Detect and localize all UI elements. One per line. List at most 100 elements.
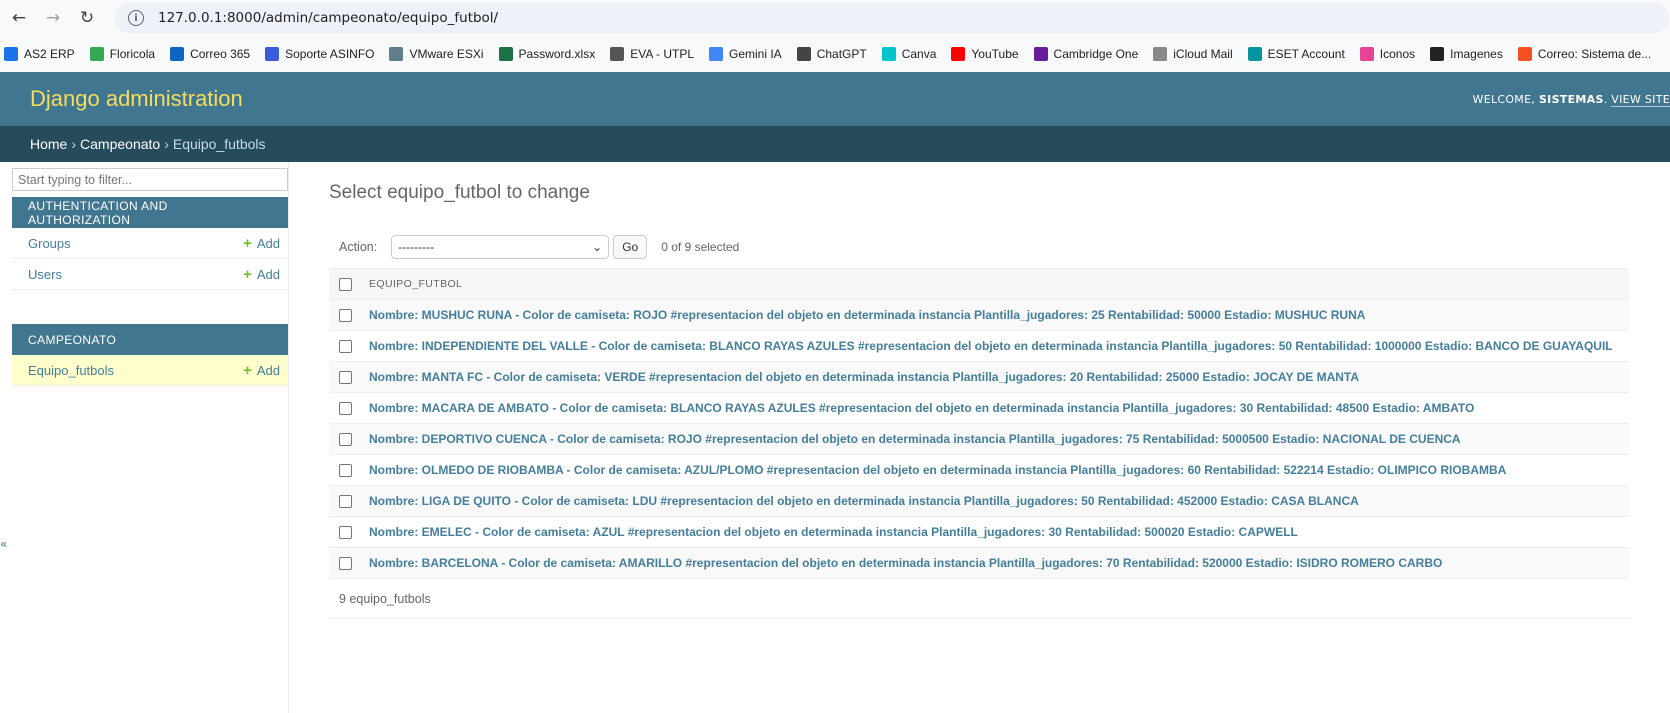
sidebar-item-label[interactable]: Equipo_futbols <box>28 363 114 378</box>
bookmark-item[interactable]: ChatGPT <box>796 47 867 61</box>
bookmark-favicon-icon <box>1430 47 1445 61</box>
url-text[interactable]: 127.0.0.1:8000/admin/campeonato/equipo_f… <box>158 10 498 26</box>
select-all-checkbox[interactable] <box>339 277 352 291</box>
paginator: 9 equipo_futbols <box>329 579 1629 619</box>
bookmark-label: Correo: Sistema de... <box>1537 47 1652 61</box>
bookmark-favicon-icon <box>1247 47 1262 61</box>
row-checkbox[interactable] <box>339 556 352 570</box>
module-campeonato: CAMPEONATO Equipo_futbols + Add <box>12 324 288 386</box>
bookmarks-bar: AS2 ERP Floricola Correo 365 Soporte ASINFO… <box>0 36 1670 72</box>
bookmark-favicon-icon <box>951 47 966 61</box>
row-link[interactable]: Nombre: DEPORTIVO CUENCA - Color de cami… <box>369 432 1461 446</box>
sidebar-item-label[interactable]: Users <box>28 267 62 282</box>
bookmark-favicon-icon <box>89 47 104 61</box>
bookmark-label: YouTube <box>971 47 1019 61</box>
table-row: Nombre: DEPORTIVO CUENCA - Color de cami… <box>329 424 1629 455</box>
row-link[interactable]: Nombre: OLMEDO DE RIOBAMBA - Color de ca… <box>369 463 1506 477</box>
bookmark-item[interactable]: AS2 ERP <box>4 47 75 61</box>
row-link[interactable]: Nombre: INDEPENDIENTE DEL VALLE - Color … <box>369 339 1613 353</box>
add-label: Add <box>256 362 280 378</box>
breadcrumb-home[interactable]: Home <box>30 136 67 152</box>
breadcrumb-separator: › <box>164 136 169 152</box>
column-header-equipo-futbol[interactable]: EQUIPO_FUTBOL <box>369 278 462 290</box>
bookmark-favicon-icon <box>1033 47 1048 61</box>
table-row: Nombre: INDEPENDIENTE DEL VALLE - Color … <box>329 331 1629 362</box>
site-branding[interactable]: Django administration <box>30 86 243 112</box>
bookmark-label: EVA - UTPL <box>630 47 694 61</box>
user-tools: WELCOME, SISTEMAS. VIEW SITE <box>1472 92 1670 107</box>
view-site-link[interactable]: VIEW SITE <box>1611 92 1670 107</box>
action-select[interactable]: --------- ⌄ <box>391 235 610 259</box>
nav-sidebar: AUTHENTICATION AND AUTHORIZATION Groups … <box>0 162 289 713</box>
bookmark-label: Correo 365 <box>190 47 251 61</box>
bookmark-favicon-icon <box>881 47 896 61</box>
bookmark-item[interactable]: EVA - UTPL <box>610 47 694 61</box>
bookmark-item[interactable]: Correo 365 <box>170 47 250 61</box>
address-bar[interactable]: i 127.0.0.1:8000/admin/campeonato/equipo… <box>114 3 1669 33</box>
row-checkbox[interactable] <box>339 432 352 446</box>
bookmark-item[interactable]: Floricola <box>89 47 156 61</box>
bookmark-item[interactable]: iCloud Mail <box>1153 47 1233 61</box>
bookmark-favicon-icon <box>498 47 513 61</box>
add-label: Add <box>256 235 280 251</box>
selected-counter: 0 of 9 selected <box>661 240 740 254</box>
actions-bar: Action: --------- ⌄ Go 0 of 9 selected <box>329 232 1670 262</box>
row-checkbox[interactable] <box>339 401 352 415</box>
bookmark-item[interactable]: Cambridge One <box>1033 47 1138 61</box>
plus-icon: + <box>243 361 252 379</box>
table-row: Nombre: MUSHUC RUNA - Color de camiseta:… <box>329 300 1629 331</box>
row-link[interactable]: Nombre: MANTA FC - Color de camiseta: VE… <box>369 370 1359 384</box>
table-row: Nombre: MACARA DE AMBATO - Color de cami… <box>329 393 1629 424</box>
breadcrumb-app[interactable]: Campeonato <box>80 136 160 152</box>
bookmark-item[interactable]: Soporte ASINFO <box>265 47 374 61</box>
module-caption-campeonato[interactable]: CAMPEONATO <box>12 324 288 355</box>
action-select-value: --------- <box>398 240 435 254</box>
go-button[interactable]: Go <box>613 235 648 259</box>
toggle-nav-sidebar[interactable]: « <box>0 537 7 551</box>
sidebar-item-equipo-futbols: Equipo_futbols + Add <box>12 355 288 386</box>
info-icon[interactable]: i <box>128 10 144 26</box>
bookmark-label: AS2 ERP <box>24 47 75 61</box>
add-users-button[interactable]: + Add <box>243 266 280 283</box>
row-checkbox[interactable] <box>339 494 352 508</box>
sidebar-item-label[interactable]: Groups <box>28 236 71 251</box>
row-link[interactable]: Nombre: BARCELONA - Color de camiseta: A… <box>369 556 1442 570</box>
add-equipo-futbol-button[interactable]: + Add <box>243 362 280 379</box>
result-list: EQUIPO_FUTBOL Nombre: MUSHUC RUNA - Colo… <box>329 268 1629 579</box>
breadcrumb: Home › Campeonato › Equipo_futbols <box>0 126 1670 162</box>
row-checkbox[interactable] <box>339 339 352 353</box>
bookmark-item[interactable]: Iconos <box>1359 47 1415 61</box>
bookmark-item[interactable]: Imagenes <box>1430 47 1503 61</box>
add-label: Add <box>256 266 280 282</box>
bookmark-item[interactable]: Correo: Sistema de... <box>1517 47 1652 61</box>
arrow-left-icon[interactable]: ← <box>4 3 34 33</box>
row-checkbox[interactable] <box>339 525 352 539</box>
row-checkbox[interactable] <box>339 370 352 384</box>
add-groups-button[interactable]: + Add <box>243 235 280 252</box>
reload-icon[interactable]: ↻ <box>72 3 102 33</box>
nav-filter-input[interactable] <box>12 168 288 191</box>
bookmark-item[interactable]: YouTube <box>951 47 1019 61</box>
bookmark-item[interactable]: VMware ESXi <box>389 47 484 61</box>
bookmark-item[interactable]: Password.xlsx <box>498 47 595 61</box>
row-checkbox[interactable] <box>339 308 352 322</box>
arrow-right-icon[interactable]: → <box>38 3 68 33</box>
bookmark-label: Floricola <box>109 47 156 61</box>
row-link[interactable]: Nombre: MUSHUC RUNA - Color de camiseta:… <box>369 308 1365 322</box>
table-row: Nombre: MANTA FC - Color de camiseta: VE… <box>329 362 1629 393</box>
row-link[interactable]: Nombre: EMELEC - Color de camiseta: AZUL… <box>369 525 1298 539</box>
site-header: Django administration WELCOME, SISTEMAS.… <box>0 72 1670 126</box>
bookmark-item[interactable]: Canva <box>881 47 936 61</box>
module-caption-auth[interactable]: AUTHENTICATION AND AUTHORIZATION <box>12 197 288 228</box>
bookmark-favicon-icon <box>1153 47 1168 61</box>
bookmark-item[interactable]: ESET Account <box>1247 47 1345 61</box>
row-link[interactable]: Nombre: MACARA DE AMBATO - Color de cami… <box>369 401 1474 415</box>
bookmark-favicon-icon <box>170 47 185 61</box>
row-link[interactable]: Nombre: LIGA DE QUITO - Color de camiset… <box>369 494 1359 508</box>
module-auth: AUTHENTICATION AND AUTHORIZATION Groups … <box>12 197 288 290</box>
bookmark-item[interactable]: Gemini IA <box>709 47 782 61</box>
bookmark-label: ChatGPT <box>816 47 867 61</box>
row-checkbox[interactable] <box>339 463 352 477</box>
chevron-down-icon: ⌄ <box>592 240 603 254</box>
table-body: Nombre: MUSHUC RUNA - Color de camiseta:… <box>329 300 1629 579</box>
